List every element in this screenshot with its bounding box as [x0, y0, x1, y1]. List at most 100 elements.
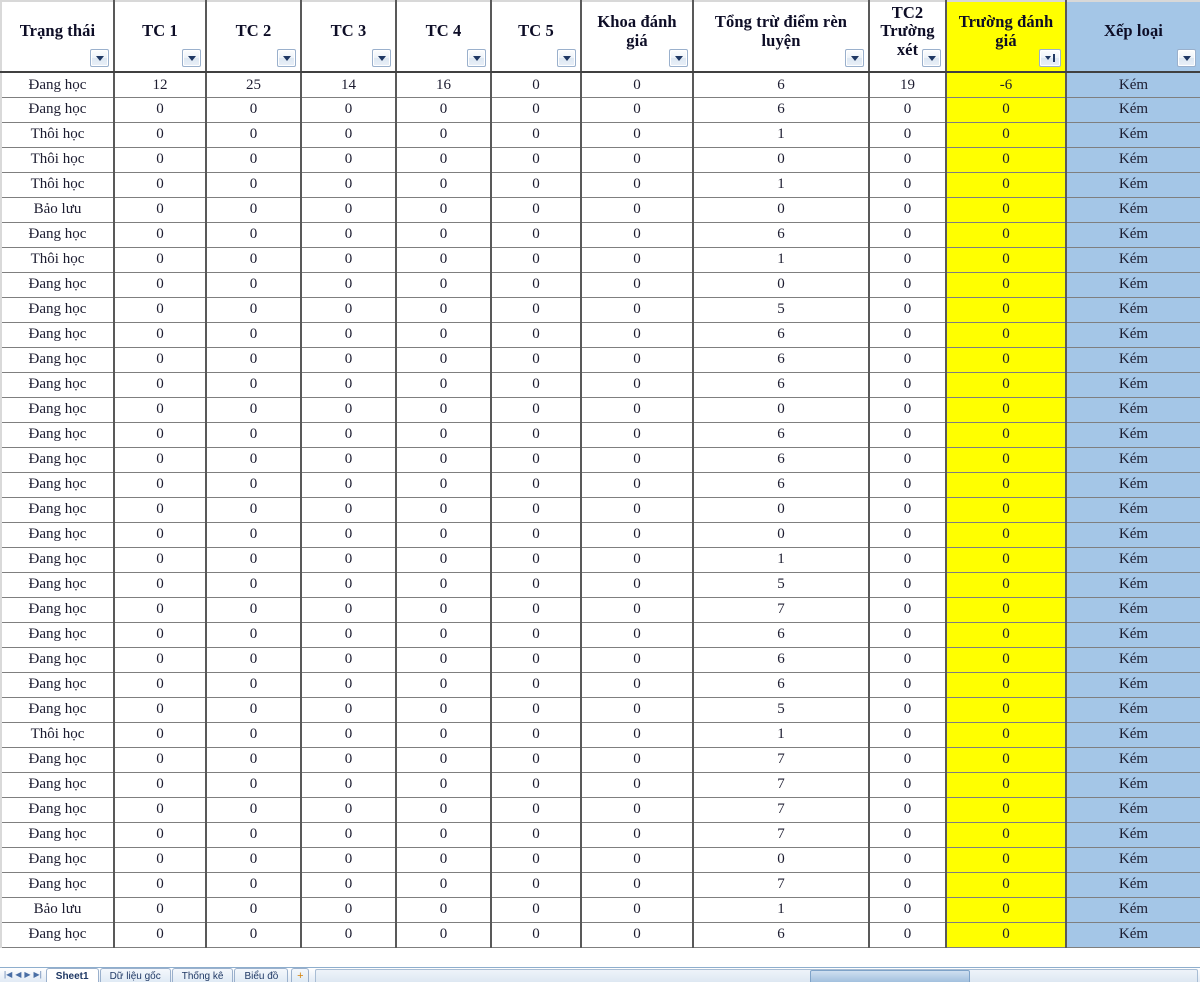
cell-khoa_dg[interactable]: 0 [581, 372, 694, 398]
cell-tong_tru[interactable]: 1 [693, 897, 870, 923]
table-row[interactable]: Đang học 0 0 0 0 0 0 5 0 0 Kém [0, 297, 1200, 323]
cell-tc2_truong[interactable]: 0 [869, 597, 947, 623]
cell-truong_dg[interactable]: 0 [946, 922, 1067, 948]
table-row[interactable]: Đang học 0 0 0 0 0 0 6 0 0 Kém [0, 447, 1200, 473]
cell-tc5[interactable]: 0 [491, 547, 582, 573]
table-row[interactable]: Đang học 12 25 14 16 0 0 6 19 -6 Kém [0, 72, 1200, 98]
column-header-tc2[interactable]: TC 2 [206, 0, 302, 74]
cell-tc2[interactable]: 0 [206, 797, 302, 823]
cell-tc5[interactable]: 0 [491, 772, 582, 798]
column-header-truong_dg[interactable]: Trường đánh giá [946, 0, 1067, 74]
cell-trang_thai[interactable]: Đang học [0, 347, 115, 373]
table-row[interactable]: Thôi học 0 0 0 0 0 0 1 0 0 Kém [0, 172, 1200, 198]
cell-tong_tru[interactable]: 6 [693, 222, 870, 248]
column-header-tc3[interactable]: TC 3 [301, 0, 397, 74]
cell-tc1[interactable]: 0 [114, 372, 207, 398]
cell-tc4[interactable]: 0 [396, 872, 492, 898]
cell-tc5[interactable]: 0 [491, 197, 582, 223]
cell-khoa_dg[interactable]: 0 [581, 172, 694, 198]
cell-tc2_truong[interactable]: 0 [869, 547, 947, 573]
cell-khoa_dg[interactable]: 0 [581, 797, 694, 823]
cell-tc3[interactable]: 0 [301, 847, 397, 873]
cell-xep_loai[interactable]: Kém [1066, 97, 1200, 123]
cell-khoa_dg[interactable]: 0 [581, 147, 694, 173]
cell-tc2[interactable]: 0 [206, 922, 302, 948]
cell-tc1[interactable]: 0 [114, 272, 207, 298]
cell-khoa_dg[interactable]: 0 [581, 122, 694, 148]
cell-tc4[interactable]: 0 [396, 247, 492, 273]
cell-tc5[interactable]: 0 [491, 722, 582, 748]
cell-khoa_dg[interactable]: 0 [581, 222, 694, 248]
cell-tc2[interactable]: 0 [206, 547, 302, 573]
cell-trang_thai[interactable]: Đang học [0, 622, 115, 648]
cell-tong_tru[interactable]: 0 [693, 522, 870, 548]
cell-tc5[interactable]: 0 [491, 747, 582, 773]
cell-tong_tru[interactable]: 1 [693, 247, 870, 273]
cell-tc1[interactable]: 0 [114, 172, 207, 198]
cell-tc5[interactable]: 0 [491, 347, 582, 373]
cell-tc3[interactable]: 0 [301, 572, 397, 598]
cell-tong_tru[interactable]: 6 [693, 647, 870, 673]
column-header-trang_thai[interactable]: Trạng thái [0, 0, 115, 74]
cell-tc3[interactable]: 0 [301, 447, 397, 473]
cell-tong_tru[interactable]: 6 [693, 97, 870, 123]
cell-trang_thai[interactable]: Đang học [0, 272, 115, 298]
cell-tong_tru[interactable]: 6 [693, 672, 870, 698]
cell-tc4[interactable]: 0 [396, 172, 492, 198]
cell-xep_loai[interactable]: Kém [1066, 422, 1200, 448]
table-row[interactable]: Đang học 0 0 0 0 0 0 6 0 0 Kém [0, 472, 1200, 498]
cell-tc2_truong[interactable]: 0 [869, 372, 947, 398]
cell-khoa_dg[interactable]: 0 [581, 622, 694, 648]
cell-tc3[interactable]: 0 [301, 647, 397, 673]
cell-tc2[interactable]: 0 [206, 772, 302, 798]
cell-tc5[interactable]: 0 [491, 272, 582, 298]
cell-tc3[interactable]: 0 [301, 672, 397, 698]
cell-tc1[interactable]: 0 [114, 147, 207, 173]
cell-tc1[interactable]: 0 [114, 797, 207, 823]
cell-trang_thai[interactable]: Thôi học [0, 247, 115, 273]
cell-tc4[interactable]: 0 [396, 672, 492, 698]
cell-xep_loai[interactable]: Kém [1066, 322, 1200, 348]
cell-tong_tru[interactable]: 0 [693, 197, 870, 223]
cell-truong_dg[interactable]: 0 [946, 122, 1067, 148]
cell-tc3[interactable]: 0 [301, 322, 397, 348]
cell-trang_thai[interactable]: Thôi học [0, 122, 115, 148]
cell-tc2_truong[interactable]: 0 [869, 672, 947, 698]
cell-truong_dg[interactable]: 0 [946, 747, 1067, 773]
sheet-tab[interactable]: Sheet1 [45, 968, 99, 982]
cell-truong_dg[interactable]: 0 [946, 647, 1067, 673]
cell-tc3[interactable]: 0 [301, 222, 397, 248]
cell-tong_tru[interactable]: 0 [693, 847, 870, 873]
cell-trang_thai[interactable]: Đang học [0, 397, 115, 423]
table-row[interactable]: Thôi học 0 0 0 0 0 0 1 0 0 Kém [0, 722, 1200, 748]
cell-tc2[interactable]: 0 [206, 322, 302, 348]
last-sheet-icon[interactable]: ▶| [34, 970, 42, 980]
cell-tc3[interactable]: 0 [301, 97, 397, 123]
cell-tc2_truong[interactable]: 0 [869, 197, 947, 223]
cell-trang_thai[interactable]: Đang học [0, 597, 115, 623]
cell-tc1[interactable]: 0 [114, 672, 207, 698]
cell-tc2_truong[interactable]: 0 [869, 922, 947, 948]
cell-khoa_dg[interactable]: 0 [581, 822, 694, 848]
table-row[interactable]: Thôi học 0 0 0 0 0 0 1 0 0 Kém [0, 122, 1200, 148]
cell-tc2[interactable]: 0 [206, 247, 302, 273]
cell-truong_dg[interactable]: 0 [946, 372, 1067, 398]
cell-tc2[interactable]: 0 [206, 197, 302, 223]
table-row[interactable]: Đang học 0 0 0 0 0 0 7 0 0 Kém [0, 797, 1200, 823]
cell-tc5[interactable]: 0 [491, 422, 582, 448]
column-header-xep_loai[interactable]: Xếp loại [1066, 0, 1200, 74]
table-row[interactable]: Đang học 0 0 0 0 0 0 0 0 0 Kém [0, 397, 1200, 423]
cell-tc2[interactable]: 0 [206, 622, 302, 648]
table-row[interactable]: Đang học 0 0 0 0 0 0 7 0 0 Kém [0, 597, 1200, 623]
cell-truong_dg[interactable]: 0 [946, 622, 1067, 648]
cell-tc3[interactable]: 14 [301, 72, 397, 98]
cell-tc4[interactable]: 0 [396, 322, 492, 348]
cell-tong_tru[interactable]: 6 [693, 322, 870, 348]
cell-tong_tru[interactable]: 0 [693, 397, 870, 423]
cell-tc1[interactable]: 0 [114, 747, 207, 773]
cell-tc2[interactable]: 0 [206, 497, 302, 523]
filter-dropdown-icon-tc5[interactable] [557, 49, 576, 68]
cell-tc5[interactable]: 0 [491, 922, 582, 948]
cell-tc2[interactable]: 0 [206, 597, 302, 623]
cell-tc3[interactable]: 0 [301, 747, 397, 773]
